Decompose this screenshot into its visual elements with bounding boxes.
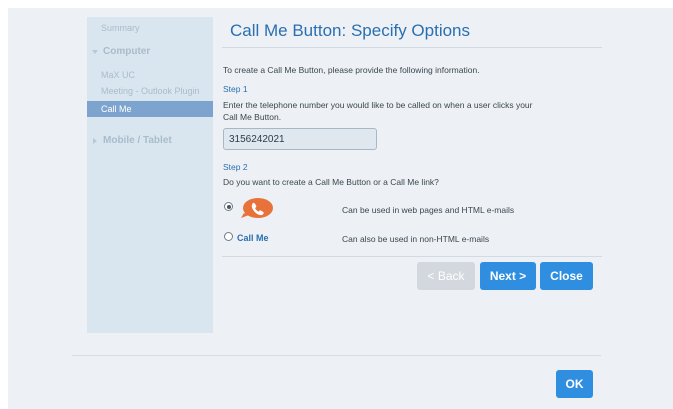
step1-label: Step 1 [223, 84, 248, 94]
sidebar-group-computer[interactable]: Computer [87, 44, 213, 60]
call-me-button-preview[interactable] [239, 196, 275, 220]
call-me-button-description: Can be used in web pages and HTML e-mail… [342, 205, 515, 215]
sidebar-item-label: Summary [101, 23, 140, 33]
sidebar-item-summary[interactable]: Summary [87, 20, 213, 36]
sidebar-item-label: Call Me [101, 104, 132, 114]
close-button[interactable]: Close [540, 262, 593, 290]
page-title: Call Me Button: Specify Options [230, 21, 471, 40]
sidebar-item-label: MaX UC [101, 70, 136, 80]
step1-instruction-line1: Enter the telephone number you would lik… [223, 100, 533, 110]
phone-number-input[interactable] [223, 128, 377, 150]
title-divider [222, 47, 602, 48]
sidebar-item-meeting-outlook-plugin[interactable]: Meeting - Outlook Plugin [87, 83, 213, 99]
sidebar-item-max-uc[interactable]: MaX UC [87, 67, 213, 83]
chevron-down-icon [92, 50, 98, 54]
intro-text: To create a Call Me Button, please provi… [223, 65, 480, 75]
step2-label: Step 2 [223, 162, 248, 172]
next-button[interactable]: Next > [480, 262, 536, 290]
chevron-right-icon [93, 138, 97, 144]
back-button[interactable]: < Back [417, 262, 475, 290]
sidebar-item-call-me[interactable]: Call Me [87, 101, 213, 117]
sidebar-item-label: Computer [103, 46, 151, 57]
footer-divider [72, 355, 601, 356]
call-me-link-description: Can also be used in non-HTML e-mails [342, 234, 490, 244]
sidebar: Summary Computer MaX UC Meeting - Outloo… [87, 17, 213, 333]
step2-question: Do you want to create a Call Me Button o… [223, 177, 439, 187]
step1-instruction-line2: Call Me Button. [223, 112, 282, 122]
call-me-link-preview[interactable]: Call Me [237, 233, 269, 243]
options-divider [222, 256, 602, 257]
sidebar-item-label: Mobile / Tablet [103, 135, 172, 146]
sidebar-group-mobile-tablet[interactable]: Mobile / Tablet [87, 133, 213, 149]
ok-button[interactable]: OK [556, 370, 593, 398]
call-me-link-radio[interactable] [224, 232, 233, 241]
call-me-button-radio[interactable] [224, 202, 233, 211]
sidebar-item-label: Meeting - Outlook Plugin [101, 86, 200, 96]
